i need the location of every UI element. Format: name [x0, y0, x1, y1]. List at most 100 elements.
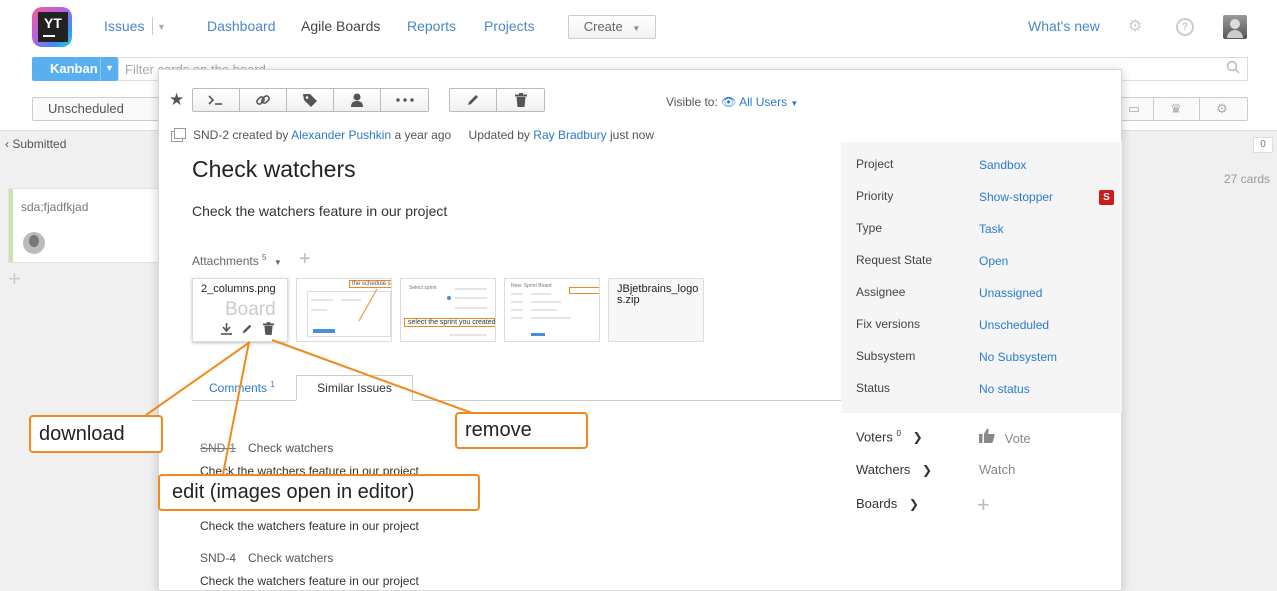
created-ago: a year ago [394, 128, 452, 142]
tab-similar-issues[interactable]: Similar Issues [296, 375, 413, 401]
boards-label: Boards [856, 496, 898, 511]
field-name-type: Type [856, 221, 883, 235]
attachments-label: Attachments [192, 254, 259, 268]
attachments-count: 5 [262, 253, 267, 262]
whats-new-link[interactable]: What's new [1028, 18, 1100, 34]
board-card[interactable]: sda;fjadfkjad [8, 188, 160, 263]
eye-icon: 👁 [721, 95, 737, 109]
field-name-assignee: Assignee [856, 285, 906, 299]
remove-attachment-trash-icon[interactable] [262, 322, 274, 338]
watch-button[interactable]: Watch [979, 462, 1015, 477]
attachment-thumb[interactable]: 2_columns.png Board [192, 278, 288, 342]
more-dots-icon [395, 98, 414, 102]
nav-reports[interactable]: Reports [407, 18, 456, 34]
boards-toggle[interactable]: Boards ❯ [856, 496, 919, 511]
updater-link[interactable]: Ray Bradbury [533, 128, 606, 142]
field-value-request-state[interactable]: Open [979, 254, 1008, 268]
card-assignee-avatar [23, 232, 45, 254]
similar-issue-summary[interactable]: Check watchers [248, 551, 333, 565]
copy-id-icon[interactable] [171, 128, 186, 142]
star-icon[interactable]: ★ [169, 90, 184, 110]
updated-ago: just now [610, 128, 655, 142]
field-value-subsystem[interactable]: No Subsystem [979, 350, 1057, 364]
create-button[interactable]: Create ▼ [568, 15, 656, 39]
cards-count: 27 cards [1224, 172, 1271, 186]
attachment-thumb[interactable]: New: Sprint Board [504, 278, 600, 342]
nav-dashboard[interactable]: Dashboard [207, 18, 276, 34]
board-settings-gear-icon[interactable]: ⚙ [1199, 101, 1245, 117]
link-button[interactable] [240, 89, 287, 111]
tag-button[interactable] [287, 89, 334, 111]
nav-agile-boards[interactable]: Agile Boards [301, 18, 380, 34]
help-icon[interactable]: ? [1176, 18, 1194, 36]
add-card-plus-icon[interactable]: + [8, 266, 21, 292]
visible-caret-icon: ▼ [790, 99, 799, 108]
field-value-status[interactable]: No status [979, 382, 1030, 396]
field-value-priority[interactable]: Show-stopper [979, 190, 1053, 204]
field-value-type[interactable]: Task [979, 222, 1004, 236]
field-name-subsystem: Subsystem [856, 349, 916, 363]
author-link[interactable]: Alexander Pushkin [291, 128, 391, 142]
link-icon [255, 92, 271, 108]
voters-label: Voters [856, 429, 893, 445]
visibility-selector[interactable]: Visible to: 👁 All Users ▼ [666, 95, 798, 109]
watchers-toggle[interactable]: Watchers ❯ [856, 462, 932, 477]
edit-toolbar [449, 88, 545, 112]
attachment-thumb[interactable]: JBjetbrains_logos.zip [608, 278, 704, 342]
vote-button[interactable]: Vote [979, 428, 1031, 446]
issue-title[interactable]: Check watchers [192, 156, 356, 183]
create-label: Create [583, 19, 623, 34]
comments-count: 1 [270, 380, 275, 389]
youtrack-logo[interactable]: YT [32, 7, 72, 47]
thumb-text: Select sprint [409, 285, 437, 291]
field-value-assignee[interactable]: Unassigned [979, 286, 1042, 300]
add-attachment-plus-icon[interactable]: + [299, 248, 311, 271]
nav-issues[interactable]: Issues [104, 18, 144, 34]
delete-issue-button[interactable] [497, 89, 544, 111]
issues-caret-icon[interactable]: ▼ [157, 22, 166, 32]
similar-issue-summary[interactable]: Check watchers [248, 441, 333, 455]
assignee-button[interactable] [334, 89, 381, 111]
similar-issue-id[interactable]: SND-1 [200, 441, 236, 455]
kanban-board-selector[interactable]: Kanban ▼ [32, 57, 118, 81]
thumb-annotation: select the sprint you created [404, 318, 495, 327]
command-icon [207, 94, 225, 106]
chart-icon[interactable]: ♛ [1153, 101, 1199, 117]
field-name-status: Status [856, 381, 891, 395]
similar-issue-description: Check the watchers feature in our projec… [200, 574, 419, 588]
more-button[interactable] [381, 89, 428, 111]
user-avatar[interactable] [1223, 15, 1247, 39]
priority-badge: S [1099, 190, 1114, 205]
similar-issue-id[interactable]: SND-4 [200, 551, 236, 565]
attachment-thumb[interactable]: the schedule sets it [296, 278, 392, 342]
edit-attachment-pencil-icon[interactable] [241, 324, 253, 338]
search-icon[interactable] [1226, 60, 1240, 77]
field-value-fix-versions[interactable]: Unscheduled [979, 318, 1049, 332]
attachment-thumb[interactable]: Select sprint select the sprint you crea… [400, 278, 496, 342]
chevron-right-icon: ❯ [912, 430, 923, 445]
tab-comments[interactable]: Comments 1 [209, 380, 275, 395]
settings-gear-icon[interactable]: ⚙ [1126, 18, 1144, 36]
tag-icon [302, 92, 318, 108]
attachments-toggle[interactable]: Attachments 5 ▼ [192, 253, 282, 268]
edit-issue-button[interactable] [450, 89, 497, 111]
updated-by-text: Updated by [468, 128, 530, 142]
pencil-icon [466, 93, 480, 107]
watchers-label: Watchers [856, 462, 911, 477]
add-to-board-plus-icon[interactable]: + [977, 492, 990, 518]
thumbs-up-icon [979, 428, 995, 446]
issue-modal: ★ Visible to: 👁 All Users ▼ SND-2 create… [158, 69, 1122, 591]
issue-id: SND-2 [193, 128, 230, 142]
kanban-label: Kanban [50, 61, 98, 76]
trash-icon [514, 93, 527, 107]
voters-toggle[interactable]: Voters 0 ❯ [856, 429, 923, 444]
issue-description[interactable]: Check the watchers feature in our projec… [192, 203, 447, 219]
field-value-project[interactable]: Sandbox [979, 158, 1026, 172]
tab-comments-label: Comments [209, 381, 268, 395]
nav-projects[interactable]: Projects [484, 18, 535, 34]
column-header[interactable]: ‹ Submitted [5, 137, 66, 151]
download-icon[interactable] [221, 323, 232, 338]
sprint-selector[interactable]: Unscheduled [32, 97, 166, 121]
chevron-left-icon: ‹ [5, 137, 9, 151]
command-button[interactable] [193, 89, 240, 111]
